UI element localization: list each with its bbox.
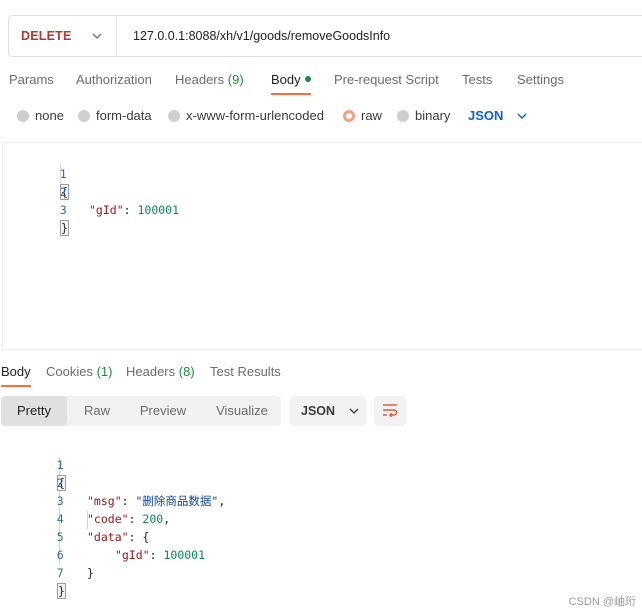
cookies-count: (1)	[96, 364, 113, 379]
tab-pre-request-script[interactable]: Pre-request Script	[334, 72, 439, 87]
headers-count: (9)	[227, 72, 244, 87]
radio-form-data[interactable]: form-data	[78, 108, 152, 123]
chevron-down-icon	[349, 408, 359, 414]
radio-indicator	[168, 109, 180, 122]
code-line: 4 "data": {	[0, 492, 642, 544]
body-type-options: none form-data x-www-form-urlencoded raw…	[0, 106, 642, 126]
code-line: 2 "msg": "删除商品数据",	[0, 456, 642, 508]
code-line: 3 "code": 200,	[0, 474, 642, 526]
code-line: 6 }	[0, 528, 642, 580]
wrap-lines-button[interactable]	[374, 396, 406, 426]
radio-binary[interactable]: binary	[397, 108, 450, 123]
code-line: 1 {	[3, 147, 642, 200]
response-tab-test-results[interactable]: Test Results	[210, 364, 281, 379]
json-key: "gId"	[89, 203, 124, 217]
code-bracket: }	[57, 583, 66, 599]
line-number: 7	[56, 566, 64, 580]
radio-indicator	[78, 109, 90, 122]
radio-indicator-checked	[343, 109, 355, 122]
code-line: 2 "gId": 100001	[3, 165, 642, 217]
body-dot-indicator	[304, 76, 311, 82]
body-format-label: JSON	[468, 108, 504, 123]
response-view-switcher: Pretty Raw Preview Visualize	[1, 396, 281, 426]
tab-body[interactable]: Body	[271, 72, 311, 95]
radio-x-www-form-urlencoded[interactable]: x-www-form-urlencoded	[168, 108, 324, 123]
radio-indicator	[397, 109, 409, 122]
method-label: DELETE	[21, 29, 72, 43]
response-headers-count: (8)	[178, 364, 195, 379]
radio-indicator	[17, 109, 29, 122]
chevron-down-icon	[517, 113, 527, 119]
code-line: 7 }	[0, 546, 642, 599]
request-url-bar: DELETE 127.0.0.1:8088/xh/v1/goods/remove…	[8, 15, 642, 57]
body-format-dropdown[interactable]: JSON	[468, 108, 527, 123]
tab-params[interactable]: Params	[9, 72, 54, 87]
wrap-lines-icon	[382, 403, 398, 420]
response-tabs: Body Cookies (1) Headers (8) Test Result…	[0, 362, 642, 387]
response-format-dropdown[interactable]: JSON	[290, 396, 366, 426]
url-input[interactable]: 127.0.0.1:8088/xh/v1/goods/removeGoodsIn…	[117, 29, 390, 43]
view-visualize-button[interactable]: Visualize	[201, 396, 283, 426]
tab-authorization[interactable]: Authorization	[76, 72, 152, 87]
json-object-close: }	[87, 566, 94, 580]
view-pretty-button[interactable]: Pretty	[1, 396, 67, 426]
watermark: CSDN @岫珩	[568, 596, 636, 608]
request-body-editor[interactable]: 1 { 2 "gId": 100001 3 }	[2, 142, 642, 350]
radio-none[interactable]: none	[17, 108, 64, 123]
radio-raw[interactable]: raw	[343, 108, 382, 123]
response-format-label: JSON	[301, 404, 336, 418]
code-line: 5 "gId": 100001	[0, 510, 642, 562]
tab-tests[interactable]: Tests	[462, 72, 492, 87]
code-line: 1 {	[0, 438, 642, 491]
view-raw-button[interactable]: Raw	[69, 396, 125, 426]
code-bracket: }	[60, 220, 69, 236]
view-preview-button[interactable]: Preview	[127, 396, 199, 426]
method-selector[interactable]: DELETE	[9, 16, 117, 56]
tab-headers[interactable]: Headers (9)	[175, 72, 244, 87]
response-tab-headers[interactable]: Headers (8)	[126, 364, 195, 379]
json-value: 100001	[137, 203, 180, 217]
response-body-viewer[interactable]: 1 { 2 "msg": "删除商品数据", 3 "code": 200, 4 …	[0, 437, 642, 599]
chevron-down-icon	[92, 31, 102, 41]
response-tab-cookies[interactable]: Cookies (1)	[46, 364, 112, 379]
request-tabs: Params Authorization Headers (9) Body Pr…	[0, 70, 642, 96]
json-separator: :	[123, 203, 138, 217]
line-number: 3	[59, 203, 67, 217]
response-tab-body[interactable]: Body	[1, 364, 31, 387]
tab-settings[interactable]: Settings	[517, 72, 564, 87]
code-line: 3 }	[3, 183, 642, 236]
